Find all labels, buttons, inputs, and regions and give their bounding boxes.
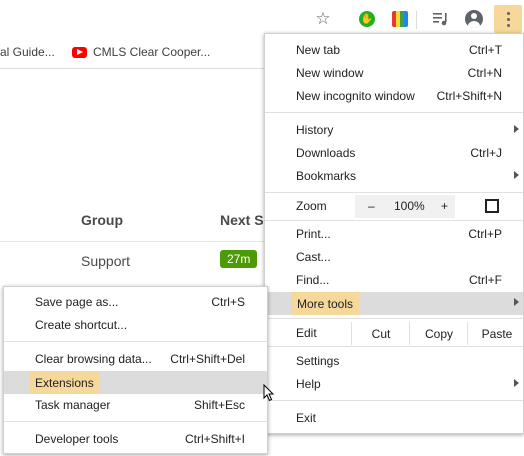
menu-label: Settings [296, 354, 340, 368]
menu-item-downloads[interactable]: Downloads Ctrl+J [265, 142, 523, 165]
submenu-item-task-manager[interactable]: Task manager Shift+Esc [4, 394, 267, 417]
menu-label: New tab [296, 43, 341, 57]
chevron-right-icon [514, 171, 519, 179]
chevron-right-icon [514, 125, 519, 133]
mouse-cursor-icon [263, 384, 275, 402]
menu-item-history[interactable]: History [265, 119, 523, 142]
menu-label: Developer tools [35, 432, 119, 446]
menu-separator [4, 341, 267, 342]
menu-label: New incognito window [296, 89, 415, 103]
menu-label: Downloads [296, 146, 356, 160]
more-tools-submenu: Save page as... Ctrl+S Create shortcut...… [3, 286, 268, 454]
menu-label: Create shortcut... [35, 318, 128, 332]
menu-separator [265, 318, 523, 319]
menu-label: History [296, 123, 334, 137]
menu-shortcut: Ctrl+Shift+I [184, 432, 245, 446]
cut-button[interactable]: Cut [351, 322, 410, 345]
status-badge: 27m [220, 250, 258, 268]
menu-label: Clear browsing data... [35, 352, 152, 366]
menu-shortcut: Ctrl+Shift+Del [170, 352, 245, 366]
menu-shortcut: Ctrl+J [470, 146, 502, 160]
menu-shortcut: Ctrl+F [469, 273, 502, 287]
menu-item-print[interactable]: Print... Ctrl+P [265, 223, 523, 246]
menu-item-exit[interactable]: Exit [265, 407, 523, 430]
menu-separator [265, 112, 523, 113]
menu-item-settings[interactable]: Settings [265, 350, 523, 373]
extension-grid-icon[interactable] [387, 6, 413, 32]
menu-shortcut: Shift+Esc [193, 398, 245, 412]
zoom-level: 100% [394, 199, 425, 213]
menu-item-cast[interactable]: Cast... [265, 246, 523, 269]
zoom-in-button[interactable]: + [441, 199, 448, 213]
submenu-item-save-page[interactable]: Save page as... Ctrl+S [4, 291, 267, 314]
menu-label: Task manager [35, 398, 111, 412]
menu-shortcut: Ctrl+P [468, 227, 502, 241]
bookmark-item[interactable]: CMLS Clear Cooper... [72, 45, 210, 59]
toolbar-divider [416, 11, 417, 29]
bookmark-item[interactable]: al Guide... [0, 45, 55, 59]
menu-separator [265, 400, 523, 401]
menu-label: Print... [296, 227, 331, 241]
menu-item-bookmarks[interactable]: Bookmarks [265, 165, 523, 188]
youtube-icon [72, 46, 87, 58]
column-header-next[interactable]: Next S [220, 212, 264, 228]
browser-toolbar: ☆ ✋ [0, 0, 524, 37]
menu-item-more-tools[interactable]: More tools [265, 292, 523, 315]
chrome-main-menu: New tab Ctrl+T New window Ctrl+N New incog… [264, 33, 524, 434]
menu-label: Cast... [296, 250, 331, 264]
menu-item-find[interactable]: Find... Ctrl+F [265, 269, 523, 292]
menu-shortcut: Ctrl+Shift+N [436, 89, 502, 103]
menu-separator [265, 220, 523, 221]
menu-separator [265, 192, 523, 193]
profile-icon[interactable] [461, 6, 487, 32]
edit-label: Edit [296, 326, 317, 340]
menu-separator [4, 421, 267, 422]
submenu-item-developer-tools[interactable]: Developer tools Ctrl+Shift+I [4, 428, 267, 451]
copy-button[interactable]: Copy [409, 322, 468, 345]
zoom-label: Zoom [296, 199, 327, 213]
extension-green-icon[interactable]: ✋ [354, 6, 380, 32]
menu-item-new-tab[interactable]: New tab Ctrl+T [265, 39, 523, 62]
submenu-item-create-shortcut[interactable]: Create shortcut... [4, 314, 267, 337]
menu-label: Save page as... [35, 295, 119, 309]
menu-label: Help [296, 377, 321, 391]
column-header-group[interactable]: Group [81, 212, 123, 228]
menu-label: Bookmarks [296, 169, 357, 183]
menu-label: Extensions [29, 371, 100, 394]
table-cell-group: Support [81, 253, 131, 269]
menu-zoom-row: Zoom – 100% + [265, 195, 523, 218]
submenu-item-clear-browsing-data[interactable]: Clear browsing data... Ctrl+Shift+Del [4, 348, 267, 371]
menu-separator [265, 346, 523, 347]
menu-item-new-incognito[interactable]: New incognito window Ctrl+Shift+N [265, 85, 523, 108]
fullscreen-icon[interactable] [485, 199, 499, 213]
chevron-right-icon [514, 379, 519, 387]
zoom-out-button[interactable]: – [368, 199, 375, 213]
menu-label: Find... [296, 273, 330, 287]
media-queue-icon[interactable] [428, 6, 454, 32]
paste-button[interactable]: Paste [467, 322, 524, 345]
menu-item-new-window[interactable]: New window Ctrl+N [265, 62, 523, 85]
submenu-item-extensions[interactable]: Extensions [4, 371, 267, 394]
menu-label: More tools [291, 292, 360, 315]
menu-shortcut: Ctrl+N [467, 66, 502, 80]
menu-label: New window [296, 66, 364, 80]
menu-edit-row: Edit Cut Copy Paste [265, 322, 523, 345]
menu-label: Exit [296, 411, 317, 425]
bookmark-label: CMLS Clear Cooper... [93, 45, 211, 59]
star-icon[interactable]: ☆ [310, 6, 336, 32]
kebab-menu-icon[interactable] [494, 5, 522, 33]
menu-shortcut: Ctrl+S [211, 295, 245, 309]
menu-shortcut: Ctrl+T [469, 43, 502, 57]
chevron-right-icon [514, 298, 519, 306]
menu-item-help[interactable]: Help [265, 373, 523, 396]
row-divider [0, 241, 270, 242]
